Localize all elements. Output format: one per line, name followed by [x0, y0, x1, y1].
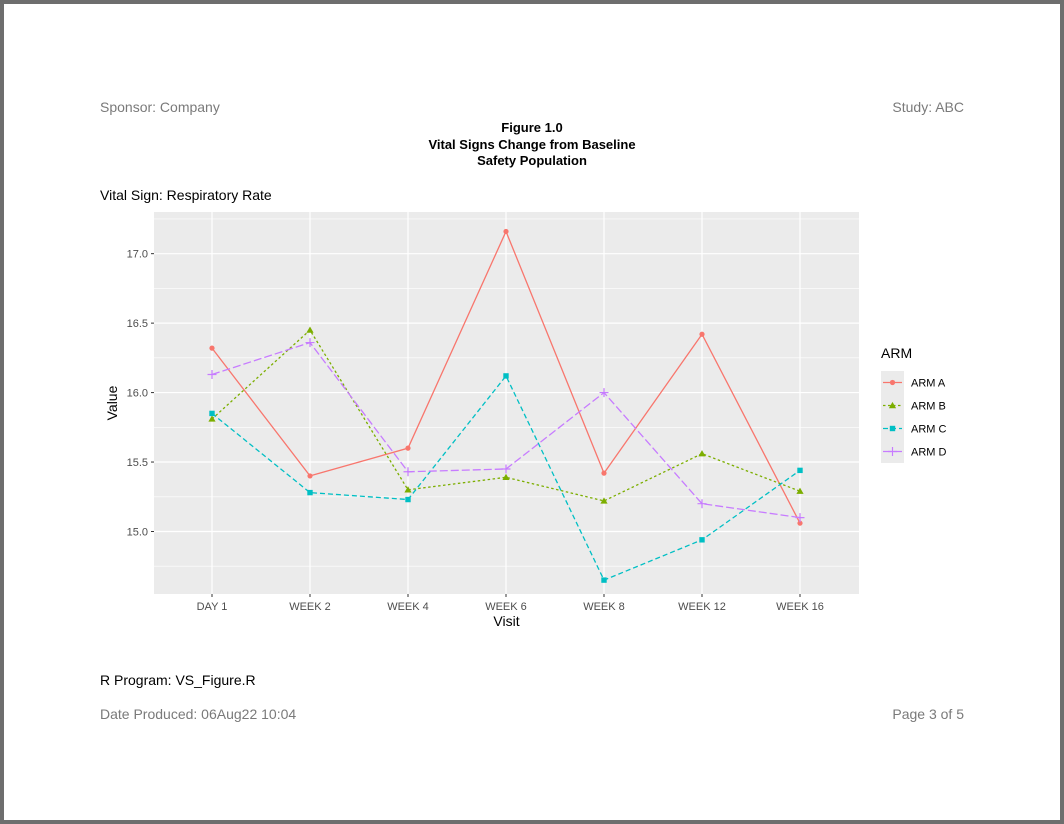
- legend-label-arm-d: ARM D: [911, 447, 947, 459]
- x-tick-label: WEEK 2: [289, 601, 331, 613]
- arm-c-point: [503, 373, 509, 379]
- arm-c-point: [601, 577, 607, 583]
- arm-c-point: [405, 496, 411, 503]
- x-tick-label: WEEK 16: [776, 601, 824, 613]
- arm-c-point: [797, 467, 803, 474]
- x-axis-title: Visit: [493, 613, 519, 629]
- report-page: Sponsor: Company Study: ABC Figure 1.0 V…: [0, 0, 1064, 824]
- y-tick-label: 15.5: [127, 457, 148, 469]
- arm-c-point: [209, 410, 215, 417]
- legend-title: ARM: [881, 345, 912, 361]
- x-tick-label: WEEK 12: [678, 601, 726, 613]
- program-name: R Program: VS_Figure.R: [100, 672, 256, 688]
- arm-c-point: [699, 537, 705, 543]
- y-tick-label: 16.5: [127, 318, 148, 330]
- x-tick-label: WEEK 4: [387, 601, 429, 613]
- line-chart: 15.0 15.5 16.0 16.5 17.0 DAY 1 WEEK 2 WEEK 4 WEE…: [104, 212, 947, 629]
- x-tick-label: DAY 1: [197, 601, 228, 613]
- page-number: Page 3 of 5: [892, 706, 964, 722]
- legend-label-arm-c: ARM C: [911, 424, 947, 436]
- legend-label-arm-b: ARM B: [911, 401, 946, 413]
- y-tick-label: 17.0: [127, 249, 148, 261]
- arm-a-point: [601, 470, 607, 476]
- arm-c-point: [307, 489, 313, 496]
- date-produced: Date Produced: 06Aug22 10:04: [100, 706, 297, 722]
- arm-a-point: [209, 345, 215, 351]
- x-tick-label: WEEK 6: [485, 601, 527, 613]
- y-tick-label: 15.0: [127, 526, 148, 538]
- arm-a-point: [307, 473, 313, 479]
- y-tick-label: 16.0: [127, 388, 148, 400]
- y-axis-title: Value: [104, 385, 120, 420]
- x-tick-label: WEEK 8: [583, 601, 625, 613]
- legend-label-arm-a: ARM A: [911, 378, 946, 390]
- legend-key-marker: [889, 425, 896, 432]
- legend-key-marker: [889, 379, 896, 386]
- arm-a-point: [503, 228, 509, 235]
- arm-a-point: [699, 331, 705, 337]
- arm-a-point: [405, 445, 411, 451]
